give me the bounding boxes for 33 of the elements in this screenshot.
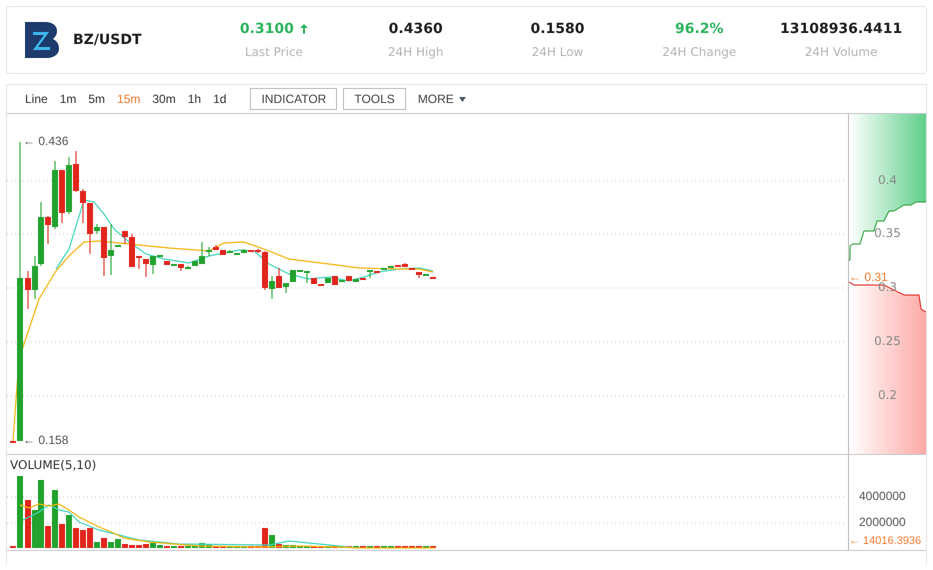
stat-value: 13108936.4411 [780, 21, 902, 37]
price-axis-label: 0.25 [873, 334, 902, 348]
interval-tab[interactable]: 5m [82, 92, 112, 106]
toolbar-button[interactable]: TOOLS [343, 88, 406, 110]
interval-tab[interactable]: Line [19, 92, 54, 106]
price-axis-label: 0.4 [876, 173, 898, 187]
low-price-marker: ← 0.158 [23, 433, 68, 447]
stat-label: 24H Low [532, 45, 584, 59]
interval-tab[interactable]: 1m [54, 92, 82, 106]
price-axis-label: 0.2 [876, 388, 898, 402]
exchange-logo-icon [25, 22, 59, 58]
up-arrow-icon [300, 24, 308, 34]
stat-label: 24H Change [662, 45, 736, 59]
volume-indicator-title: VOLUME(5,10) [10, 458, 96, 472]
volume-axis-label: 4000000 [859, 489, 906, 503]
stat-label: Last Price [244, 45, 303, 59]
stat-label: 24H Volume [804, 45, 878, 59]
stat-value: 96.2% [675, 21, 724, 37]
interval-tab[interactable]: 1d [207, 92, 232, 106]
high-price-marker: ← 0.436 [23, 134, 68, 148]
stat-value: 0.3100 [240, 21, 308, 37]
caret-icon [458, 96, 466, 102]
stat-value: 0.1580 [530, 21, 584, 37]
trading-pair: BZ/USDT [73, 32, 143, 48]
interval-tab[interactable]: 30m [146, 92, 182, 106]
toolbar-button[interactable]: INDICATOR [250, 88, 338, 110]
stat-value: 0.4360 [388, 21, 443, 37]
interval-tab[interactable]: 1h [182, 92, 208, 106]
more-menu[interactable]: MORE [418, 92, 466, 106]
last-volume-marker: ← 14016.3936 [849, 535, 922, 547]
volume-axis-label: 2000000 [859, 515, 906, 529]
stat-label: 24H High [388, 45, 444, 59]
price-axis-label: 0.35 [873, 226, 902, 240]
